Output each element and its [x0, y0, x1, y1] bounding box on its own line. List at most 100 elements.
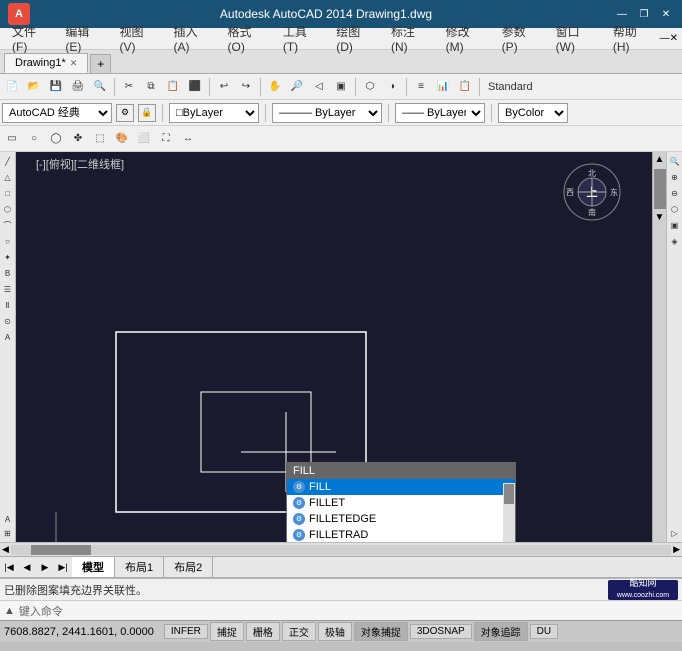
canvas-area[interactable]: [-][俯视][二维线框] 北 南 西 东 上 Y X [16, 152, 652, 542]
tab-close-icon[interactable]: ✕ [70, 58, 78, 69]
left-tool-12[interactable]: A [1, 330, 15, 344]
sheet-nav-last[interactable]: ▶| [56, 560, 70, 574]
restore-button[interactable]: ❐ [636, 7, 652, 21]
sheet-btn[interactable]: 📋 [455, 77, 475, 97]
left-tool-1[interactable]: ╱ [1, 154, 15, 168]
sheet-layout1[interactable]: 布局1 [115, 557, 164, 577]
new-tab-btn[interactable]: + [90, 54, 111, 73]
left-tool-9[interactable]: ☰ [1, 282, 15, 296]
ortho-btn[interactable]: 正交 [282, 622, 316, 641]
ac-item-filletedge[interactable]: ⚙ FILLETEDGE [287, 511, 515, 527]
sheet-model[interactable]: 模型 [72, 557, 115, 577]
save-btn[interactable]: 💾 [46, 77, 66, 97]
left-tool-7[interactable]: ✦ [1, 250, 15, 264]
polar-btn[interactable]: 极轴 [318, 622, 352, 641]
hscroll-right-btn[interactable]: ▶ [673, 544, 680, 555]
infer-btn[interactable]: INFER [164, 624, 208, 639]
menu-minimize-btn[interactable]: — [660, 33, 670, 44]
menu-modify[interactable]: 修改(M) [438, 21, 494, 56]
drawing-tab[interactable]: Drawing1* ✕ [4, 53, 88, 73]
prop-btn[interactable]: ≡ [411, 77, 431, 97]
icon-r2-3[interactable]: ◯ [46, 129, 66, 149]
paste-btn[interactable]: 📋 [163, 77, 183, 97]
menu-param[interactable]: 参数(P) [494, 21, 548, 56]
left-tool-4[interactable]: ⬡ [1, 202, 15, 216]
print-prev-btn[interactable]: 🔍 [90, 77, 110, 97]
left-tool-bottom-2[interactable]: ⊞ [1, 526, 15, 540]
right-tool-5[interactable]: ▣ [668, 218, 682, 232]
icon-r2-1[interactable]: ▭ [2, 129, 22, 149]
copy-btn[interactable]: ⧉ [141, 77, 161, 97]
layer-dropdown[interactable]: □ByLayer [169, 103, 259, 123]
left-tool-3[interactable]: □ [1, 186, 15, 200]
h-scrollbar[interactable]: ◀ ▶ [0, 542, 682, 556]
vscroll-down-btn[interactable]: ▼ [653, 210, 666, 225]
minimize-button[interactable]: — [614, 7, 630, 21]
menu-file[interactable]: 文件(F) [4, 21, 57, 56]
lineweight-dropdown[interactable]: —— ByLayer [395, 103, 485, 123]
zoom-realtime-btn[interactable]: 🔎 [287, 77, 307, 97]
menu-window[interactable]: 窗口(W) [548, 21, 605, 56]
menu-dimension[interactable]: 标注(N) [383, 21, 438, 56]
3dview-btn[interactable]: ⬡ [360, 77, 380, 97]
sheet-nav-prev[interactable]: ◀ [20, 560, 34, 574]
match-prop-btn[interactable]: ⬛ [185, 77, 205, 97]
right-tool-expand[interactable]: ▷ [668, 526, 682, 540]
lock-icon-btn[interactable]: 🔒 [138, 104, 156, 122]
left-tool-6[interactable]: ○ [1, 234, 15, 248]
icon-r2-8[interactable]: ⛶ [156, 129, 176, 149]
menu-format[interactable]: 格式(O) [220, 21, 275, 56]
shade-btn[interactable]: ◑ [382, 77, 402, 97]
pan-btn[interactable]: ✋ [265, 77, 285, 97]
right-tool-1[interactable]: 🔍 [668, 154, 682, 168]
icon-r2-6[interactable]: 🎨 [112, 129, 132, 149]
sheet-nav-next[interactable]: ▶ [38, 560, 52, 574]
menu-tools[interactable]: 工具(T) [275, 21, 328, 56]
open-btn[interactable]: 📂 [24, 77, 44, 97]
menu-view[interactable]: 视图(V) [111, 21, 165, 56]
otrack-btn[interactable]: 对象追踪 [474, 622, 528, 641]
left-tool-5[interactable]: ⌒ [1, 218, 15, 232]
sheet-layout2[interactable]: 布局2 [164, 557, 213, 577]
left-tool-bottom-1[interactable]: A [1, 512, 15, 526]
icon-r2-4[interactable]: ✤ [68, 129, 88, 149]
layer-btn[interactable]: 📊 [433, 77, 453, 97]
icon-r2-2[interactable]: ○ [24, 129, 44, 149]
ac-item-fillet[interactable]: ⚙ FILLET [287, 495, 515, 511]
hscroll-left-btn[interactable]: ◀ [2, 544, 9, 555]
zoom-prev-btn[interactable]: ◁ [309, 77, 329, 97]
canvas-vscroll[interactable]: ▲ ▼ [652, 152, 666, 542]
vscroll-thumb[interactable] [654, 169, 666, 209]
autocomplete-dropdown[interactable]: FILL ⚙ FILL ⚙ FILLET ⚙ FILLETEDGE ⚙ FILL… [286, 462, 516, 542]
sheet-nav-first[interactable]: |◀ [2, 560, 16, 574]
right-tool-4[interactable]: ⬡ [668, 202, 682, 216]
osnap-btn[interactable]: 对象捕捉 [354, 622, 408, 641]
icon-r2-7[interactable]: ⬜ [134, 129, 154, 149]
redo-btn[interactable]: ↪ [236, 77, 256, 97]
new-btn[interactable]: 📄 [2, 77, 22, 97]
menu-edit[interactable]: 编辑(E) [57, 21, 111, 56]
left-tool-11[interactable]: ⊙ [1, 314, 15, 328]
right-tool-2[interactable]: ⊕ [668, 170, 682, 184]
hscroll-track[interactable] [11, 545, 671, 555]
print-btn[interactable]: 🖨 [68, 77, 88, 97]
menu-close-btn[interactable]: ✕ [670, 33, 678, 44]
du-btn[interactable]: DU [530, 624, 558, 639]
close-button[interactable]: ✕ [658, 7, 674, 21]
undo-btn[interactable]: ↩ [214, 77, 234, 97]
zoom-window-btn[interactable]: ▣ [331, 77, 351, 97]
settings-icon-btn[interactable]: ⚙ [116, 104, 134, 122]
right-tool-6[interactable]: ◈ [668, 234, 682, 248]
ac-item-fill[interactable]: ⚙ FILL [287, 479, 515, 495]
vscroll-up-btn[interactable]: ▲ [653, 152, 666, 167]
left-tool-8[interactable]: B [1, 266, 15, 280]
menu-help[interactable]: 帮助(H) [605, 21, 660, 56]
workspace-dropdown[interactable]: AutoCAD 经典 [2, 103, 112, 123]
menu-draw[interactable]: 绘图(D) [328, 21, 383, 56]
snap-btn[interactable]: 捕捉 [210, 622, 244, 641]
linetype-dropdown[interactable]: ——— ByLayer [272, 103, 382, 123]
color-dropdown[interactable]: ByColor [498, 103, 568, 123]
icon-r2-5[interactable]: ⬚ [90, 129, 110, 149]
ac-item-filletrad[interactable]: ⚙ FILLETRAD [287, 527, 515, 542]
3dosnap-btn[interactable]: 3DOSNAP [410, 624, 472, 639]
